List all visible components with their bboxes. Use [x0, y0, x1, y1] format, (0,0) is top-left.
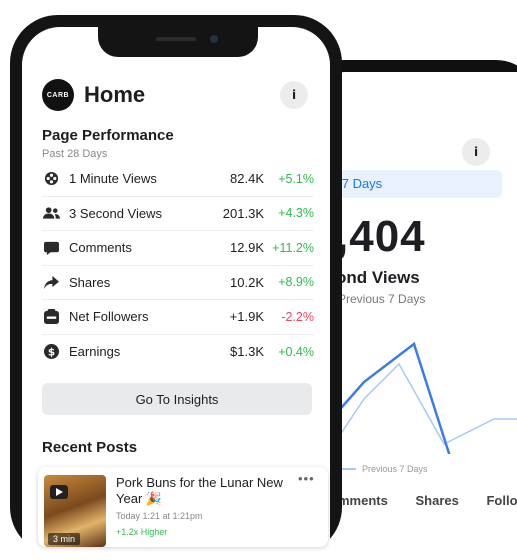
metric-label: Net Followers — [69, 309, 149, 325]
phone-notch — [98, 27, 258, 57]
info-icon[interactable]: i — [462, 138, 490, 166]
date-range-selector[interactable]: st 7 Days — [322, 170, 502, 198]
metric-change: +0.4% — [278, 344, 314, 359]
metric-change: -2.2% — [281, 309, 314, 324]
front-phone-screen: CARB Home i Page Performance Past 28 Day… — [22, 27, 330, 555]
comment-icon — [42, 241, 60, 255]
svg-text:$: $ — [47, 347, 54, 359]
views-metric-label: ond Views — [336, 268, 420, 287]
follower-icon — [42, 309, 60, 325]
metrics-list: 1 Minute Views 82.4K +5.1% 3 Second View… — [42, 162, 314, 369]
views-total: ,404 — [336, 212, 426, 261]
share-arrow-icon — [42, 275, 60, 289]
go-to-insights-button[interactable]: Go To Insights — [42, 383, 312, 415]
page-title: Home — [84, 82, 146, 107]
metric-change: +11.2% — [272, 240, 314, 255]
post-thumbnail[interactable]: 3 min — [44, 475, 106, 547]
page-avatar[interactable]: CARB — [42, 79, 74, 111]
performance-period: Past 28 Days — [42, 148, 108, 160]
back-phone-screen: i st 7 Days ,404 ond Views Previous 7 Da… — [312, 72, 517, 560]
metric-label: Comments — [69, 240, 132, 256]
metric-row-second-views[interactable]: 3 Second Views 201.3K +4.3% — [42, 197, 314, 231]
metric-value: +1.9K — [229, 309, 264, 325]
metric-label: 3 Second Views — [69, 205, 162, 221]
tab-shares[interactable]: Shares — [415, 493, 458, 508]
legend-swatch — [340, 468, 356, 470]
metric-value: 201.3K — [222, 205, 264, 221]
metric-row-shares[interactable]: Shares 10.2K +8.9% — [42, 266, 314, 300]
speaker-grille — [156, 37, 196, 41]
more-options-icon[interactable]: ••• — [298, 471, 315, 486]
post-performance-stat: +1.2x Higher — [116, 527, 168, 537]
metric-label: 1 Minute Views — [69, 171, 157, 187]
tab-comments[interactable]: mments — [338, 493, 388, 508]
film-reel-icon — [42, 171, 60, 186]
views-line-chart — [334, 341, 517, 454]
metric-value: 12.9K — [230, 240, 264, 256]
metric-row-net-followers[interactable]: Net Followers +1.9K -2.2% — [42, 300, 314, 335]
video-duration: 3 min — [48, 533, 81, 545]
page-header: CARB Home — [42, 79, 145, 111]
metric-row-earnings[interactable]: $ Earnings $1.3K +0.4% — [42, 335, 314, 370]
video-play-icon — [50, 485, 68, 499]
chart-legend: Previous 7 Days — [340, 464, 428, 474]
front-phone: CARB Home i Page Performance Past 28 Day… — [10, 15, 342, 555]
people-icon — [42, 206, 60, 220]
metric-value: 82.4K — [230, 171, 264, 187]
legend-label: Previous 7 Days — [362, 464, 428, 474]
metric-change: +8.9% — [278, 275, 314, 290]
metric-label: Shares — [69, 274, 111, 290]
tab-followers[interactable]: Follo — [486, 493, 517, 508]
metric-change: +5.1% — [278, 171, 314, 186]
metric-value: $1.3K — [230, 344, 264, 360]
post-timestamp: Today 1:21 at 1:21pm — [116, 511, 203, 521]
metric-row-minute-views[interactable]: 1 Minute Views 82.4K +5.1% — [42, 162, 314, 197]
metric-label: Earnings — [69, 344, 121, 360]
front-camera — [210, 35, 218, 43]
post-card[interactable]: 3 min Pork Buns for the Lunar New Year 🎉… — [38, 467, 328, 547]
post-title[interactable]: Pork Buns for the Lunar New Year 🎉 — [116, 475, 296, 507]
info-icon[interactable]: i — [280, 81, 308, 109]
dollar-icon: $ — [42, 344, 60, 360]
section-title-recent-posts: Recent Posts — [42, 439, 138, 456]
metric-tabs: mments Shares Follo — [338, 493, 517, 508]
current-period-line — [334, 341, 451, 454]
metric-change: +4.3% — [278, 206, 314, 221]
metric-row-comments[interactable]: Comments 12.9K +11.2% — [42, 231, 314, 266]
section-title-performance: Page Performance — [42, 127, 174, 144]
metric-value: 10.2K — [230, 274, 264, 290]
